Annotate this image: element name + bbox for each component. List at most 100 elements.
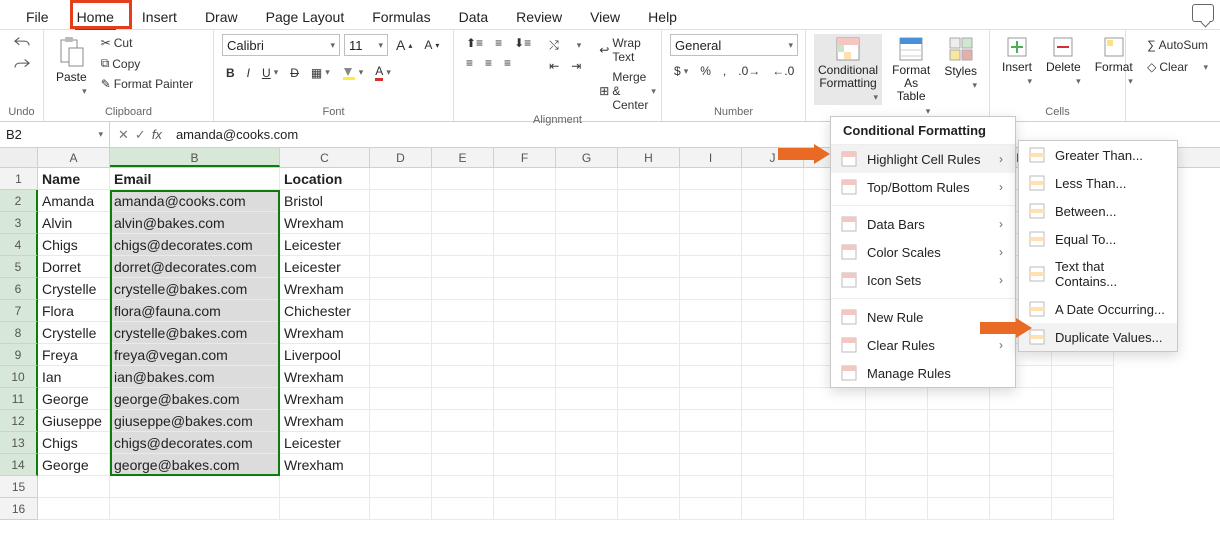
cell-styles-button[interactable]: Styles▾ <box>940 34 981 93</box>
cell[interactable]: crystelle@bakes.com <box>110 278 280 300</box>
menu-item-text-that-contains-[interactable]: Text that Contains... <box>1019 253 1177 295</box>
cell[interactable] <box>494 278 556 300</box>
align-right-icon[interactable]: ≡ <box>500 54 515 72</box>
underline-button[interactable]: U ▾ <box>258 64 282 82</box>
cell[interactable] <box>432 322 494 344</box>
cell[interactable] <box>990 498 1052 520</box>
menu-item-less-than-[interactable]: Less Than... <box>1019 169 1177 197</box>
cell[interactable] <box>110 498 280 520</box>
cell[interactable] <box>432 498 494 520</box>
cell[interactable]: Wrexham <box>280 366 370 388</box>
column-header[interactable]: H <box>618 148 680 167</box>
cell[interactable]: George <box>38 454 110 476</box>
cell[interactable] <box>556 300 618 322</box>
cell[interactable]: Name <box>38 168 110 190</box>
menu-item-equal-to-[interactable]: Equal To... <box>1019 225 1177 253</box>
cell[interactable] <box>742 476 804 498</box>
cell[interactable]: giuseppe@bakes.com <box>110 410 280 432</box>
cell[interactable]: Wrexham <box>280 410 370 432</box>
cell[interactable] <box>866 476 928 498</box>
cell[interactable] <box>618 322 680 344</box>
cell[interactable] <box>494 498 556 520</box>
cell[interactable] <box>618 212 680 234</box>
align-left-icon[interactable]: ≡ <box>462 54 477 72</box>
wrap-text-button[interactable]: ↩Wrap Text <box>595 34 660 66</box>
cell[interactable] <box>556 344 618 366</box>
tab-home[interactable]: Home <box>63 3 128 29</box>
cell[interactable] <box>804 432 866 454</box>
cell[interactable]: Flora <box>38 300 110 322</box>
column-header[interactable]: E <box>432 148 494 167</box>
cell[interactable] <box>432 234 494 256</box>
cell[interactable] <box>370 388 432 410</box>
cell[interactable] <box>432 476 494 498</box>
cell[interactable] <box>742 498 804 520</box>
cell[interactable]: ian@bakes.com <box>110 366 280 388</box>
row-header[interactable]: 3 <box>0 212 38 234</box>
increase-decimal-icon[interactable]: .0→ <box>734 62 764 80</box>
align-center-icon[interactable]: ≡ <box>481 54 496 72</box>
cell[interactable] <box>370 256 432 278</box>
cell[interactable] <box>556 168 618 190</box>
cell[interactable] <box>618 278 680 300</box>
cell[interactable] <box>866 454 928 476</box>
cell[interactable]: amanda@cooks.com <box>110 190 280 212</box>
cell[interactable] <box>742 300 804 322</box>
menu-item-greater-than-[interactable]: Greater Than... <box>1019 141 1177 169</box>
cell[interactable] <box>432 366 494 388</box>
cell[interactable] <box>1052 432 1114 454</box>
cell[interactable] <box>990 476 1052 498</box>
cell[interactable] <box>928 388 990 410</box>
cell[interactable] <box>370 410 432 432</box>
cell[interactable] <box>370 454 432 476</box>
cell[interactable] <box>928 498 990 520</box>
autosum-button[interactable]: ∑AutoSum <box>1143 36 1212 54</box>
cell[interactable] <box>680 454 742 476</box>
cell[interactable] <box>556 498 618 520</box>
cell[interactable]: Liverpool <box>280 344 370 366</box>
column-header[interactable]: C <box>280 148 370 167</box>
row-header[interactable]: 16 <box>0 498 38 520</box>
cell[interactable] <box>494 454 556 476</box>
row-header[interactable]: 15 <box>0 476 38 498</box>
cell[interactable] <box>928 432 990 454</box>
cell[interactable]: Wrexham <box>280 278 370 300</box>
cell[interactable] <box>680 410 742 432</box>
row-header[interactable]: 13 <box>0 432 38 454</box>
cell[interactable] <box>494 344 556 366</box>
cell[interactable] <box>928 476 990 498</box>
cell[interactable] <box>804 476 866 498</box>
cell[interactable] <box>110 476 280 498</box>
cell[interactable] <box>680 322 742 344</box>
cell[interactable] <box>680 432 742 454</box>
cell[interactable] <box>494 388 556 410</box>
cell[interactable] <box>804 388 866 410</box>
cell[interactable] <box>742 278 804 300</box>
cell[interactable] <box>1052 476 1114 498</box>
cell[interactable] <box>618 168 680 190</box>
menu-item-top-bottom-rules[interactable]: Top/Bottom Rules› <box>831 173 1015 201</box>
cell[interactable] <box>494 432 556 454</box>
cell[interactable] <box>432 344 494 366</box>
cell[interactable] <box>432 168 494 190</box>
cell[interactable] <box>618 256 680 278</box>
cell[interactable] <box>280 498 370 520</box>
cell[interactable]: Wrexham <box>280 454 370 476</box>
undo-icon[interactable] <box>14 34 30 50</box>
delete-cells-button[interactable]: Delete▾ <box>1042 34 1085 89</box>
cell[interactable]: Location <box>280 168 370 190</box>
cell[interactable] <box>680 190 742 212</box>
fx-icon[interactable]: fx <box>152 127 162 142</box>
cell[interactable]: Email <box>110 168 280 190</box>
cell[interactable]: Chigs <box>38 234 110 256</box>
cell[interactable] <box>742 344 804 366</box>
row-header[interactable]: 12 <box>0 410 38 432</box>
cell[interactable]: Chichester <box>280 300 370 322</box>
strike-button[interactable]: D <box>286 64 303 82</box>
cell[interactable] <box>494 212 556 234</box>
cell[interactable] <box>556 454 618 476</box>
row-header[interactable]: 14 <box>0 454 38 476</box>
cell[interactable]: dorret@decorates.com <box>110 256 280 278</box>
cell[interactable] <box>494 256 556 278</box>
cell[interactable] <box>990 454 1052 476</box>
